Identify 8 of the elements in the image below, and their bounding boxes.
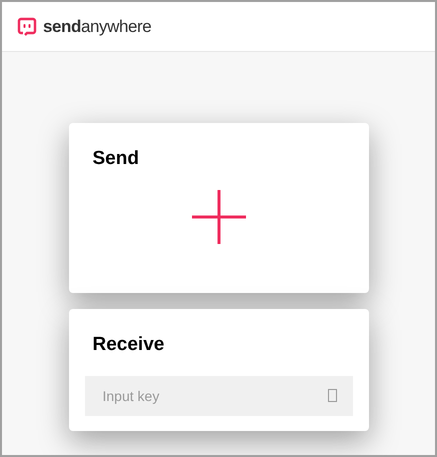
logo-text: sendanywhere [43,16,152,38]
key-input-field[interactable]: Input key [84,376,352,416]
card-title: Send [92,147,140,171]
send-card[interactable]: Send [68,123,368,293]
logo-icon [17,16,37,36]
box-icon [328,388,336,402]
add-icon[interactable] [192,190,246,244]
card-title: Receive [92,333,166,357]
